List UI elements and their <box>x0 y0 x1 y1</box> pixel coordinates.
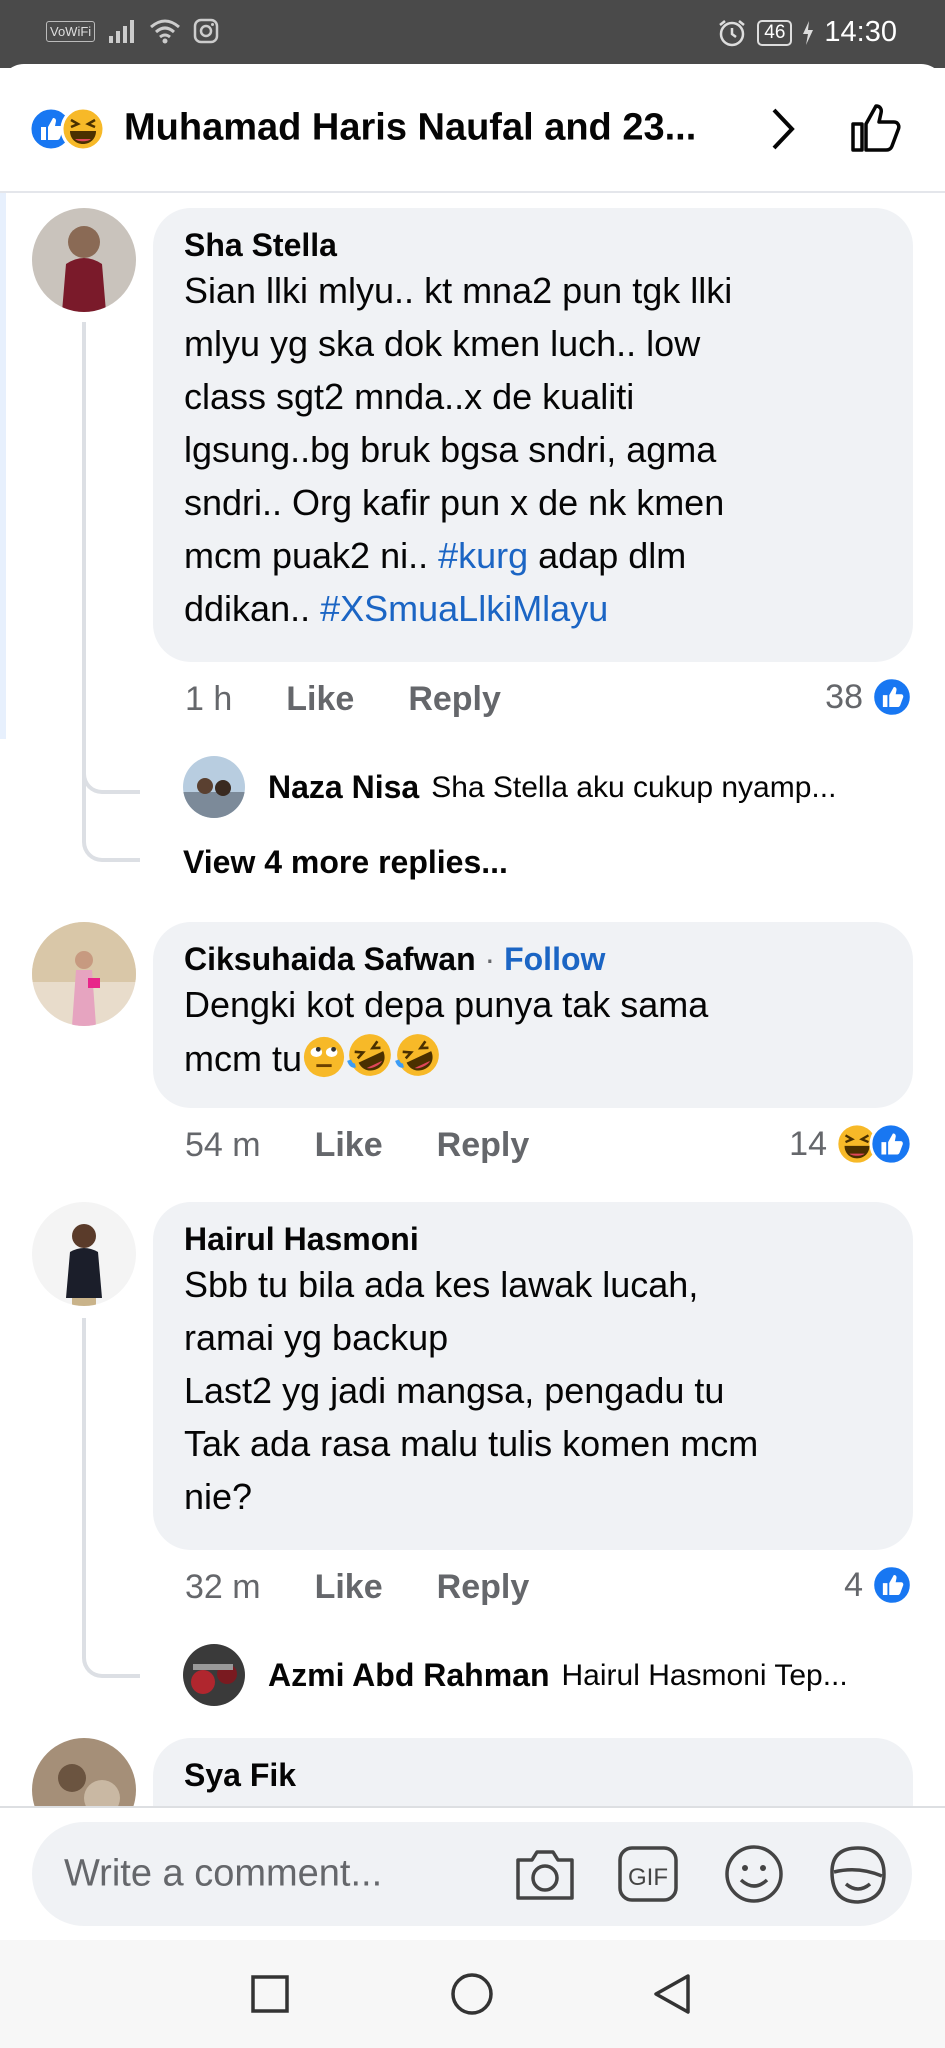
rofl-emoji-icon <box>347 1034 391 1076</box>
like-reaction-icon <box>871 1564 913 1606</box>
thread-line <box>82 1318 140 1678</box>
vowifi-label: VoWiFi <box>46 20 96 42</box>
reply-author: Naza Nisa <box>268 769 420 805</box>
reaction-count-number: 4 <box>844 1565 863 1604</box>
reply-button[interactable]: Reply <box>437 1568 530 1607</box>
highlight-bar <box>0 193 6 739</box>
comment-line: Sian llki mlyu.. kt mna2 pun tgk llki <box>184 270 733 311</box>
thread-line <box>82 322 140 862</box>
comment-time[interactable]: 32 m <box>185 1568 261 1607</box>
reply-preview[interactable]: Naza Nisa Sha Stella aku cukup nyamp... <box>268 769 836 806</box>
reaction-count[interactable]: 14 <box>789 1122 913 1166</box>
signal-icon <box>109 20 135 43</box>
reply-author: Azmi Abd Rahman <box>268 1657 550 1693</box>
comment-input[interactable]: Write a comment... <box>64 1853 382 1896</box>
reactions-header[interactable]: Muhamad Haris Naufal and 23... <box>0 64 945 192</box>
comment-bubble: Hairul Hasmoni Sbb tu bila ada kes lawak… <box>153 1202 913 1550</box>
view-more-replies[interactable]: View 4 more replies... <box>183 844 508 881</box>
comment-actions: 1 h Like Reply <box>185 680 501 719</box>
comment-bubble: Sha Stella Sian llki mlyu.. kt mna2 pun … <box>153 208 913 662</box>
reply-button[interactable]: Reply <box>437 1126 530 1165</box>
avatar[interactable] <box>32 1738 136 1806</box>
header-reactions <box>28 106 118 152</box>
status-bar: VoWiFi 46 14:30 <box>0 0 945 68</box>
comment-author[interactable]: Sha Stella <box>184 226 882 264</box>
comment-bubble: Ciksuhaida Safwan · Follow Dengki kot de… <box>153 922 913 1108</box>
follow-separator: · <box>475 941 505 977</box>
haha-reaction-icon <box>60 106 106 152</box>
eye-roll-emoji-icon <box>303 1036 345 1078</box>
comment-line: mcm puak2 ni.. <box>184 535 439 576</box>
wifi-icon <box>150 19 181 44</box>
avatar[interactable] <box>32 208 136 312</box>
camera-icon[interactable] <box>512 1842 578 1906</box>
reaction-icons <box>835 1122 913 1166</box>
comment-line: lgsung..bg bruk bgsa sndri, agma <box>184 429 717 470</box>
reply-text: Sha Stella aku cukup nyamp... <box>431 770 837 804</box>
reaction-count[interactable]: 38 <box>825 676 913 718</box>
like-button[interactable]: Like <box>286 680 354 719</box>
comment-partial: Sya Fik <box>0 1730 945 1806</box>
like-outline-icon[interactable] <box>848 100 904 156</box>
composer-divider <box>0 1806 945 1808</box>
reply-preview[interactable]: Azmi Abd Rahman Hairul Hasmoni Tep... <box>268 1657 848 1694</box>
gif-icon[interactable]: GIF <box>616 1842 680 1906</box>
comment-bubble: Sya Fik <box>153 1738 913 1806</box>
like-reaction-icon <box>871 676 913 718</box>
comment-author[interactable]: Hairul Hasmoni <box>184 1220 882 1258</box>
reaction-count-number: 38 <box>825 677 863 716</box>
hashtag-link[interactable]: #kurg <box>438 535 528 576</box>
reactors-title: Muhamad Haris Naufal and 23... <box>124 106 697 149</box>
hashtag-link[interactable]: #XSmuaLlkiMlayu <box>320 588 608 629</box>
battery-level: 46 <box>757 19 793 46</box>
back-triangle-icon[interactable] <box>650 1972 694 2016</box>
emoji-icon[interactable] <box>722 1842 786 1906</box>
comment-line: class sgt2 mnda..x de kualiti <box>184 376 635 417</box>
comment-line: adap dlm <box>528 535 687 576</box>
home-circle-icon[interactable] <box>450 1972 494 2016</box>
rofl-emoji-icon <box>395 1034 439 1076</box>
reply-text: Hairul Hasmoni Tep... <box>561 1658 848 1692</box>
svg-text:GIF: GIF <box>628 1864 668 1891</box>
avatar[interactable] <box>32 1202 136 1306</box>
comment-text: Dengki kot depa punya tak sama mcm tu <box>184 984 709 1079</box>
reply-avatar[interactable] <box>183 756 245 818</box>
alarm-icon <box>719 19 746 46</box>
avatar[interactable] <box>32 922 136 1026</box>
reply-avatar[interactable] <box>183 1644 245 1706</box>
status-right: 46 14:30 <box>717 16 897 49</box>
comment-text: Sbb tu bila ada kes lawak lucah, ramai y… <box>184 1264 759 1517</box>
comment-text-row: Dengki kot depa punya tak sama mcm tu <box>184 978 882 1085</box>
comment-line: ddikan.. <box>184 588 321 629</box>
like-reaction-icon <box>869 1122 913 1166</box>
status-left: VoWiFi <box>46 18 219 44</box>
status-time: 14:30 <box>824 16 897 48</box>
system-nav-bar <box>0 1940 945 2048</box>
comment-text: Sian llki mlyu.. kt mna2 pun tgk llki ml… <box>184 264 882 635</box>
instagram-icon <box>193 18 219 44</box>
comment-composer[interactable]: Write a comment... GIF <box>32 1822 912 1926</box>
comment-author[interactable]: Ciksuhaida Safwan <box>184 941 476 977</box>
reaction-count[interactable]: 4 <box>844 1564 913 1606</box>
comment-actions: 54 m Like Reply <box>185 1126 529 1165</box>
charging-icon <box>803 20 814 45</box>
comment-author[interactable]: Sya Fik <box>184 1756 882 1794</box>
follow-button[interactable]: Follow <box>504 941 605 977</box>
chevron-right-icon[interactable] <box>768 106 798 152</box>
reply-button[interactable]: Reply <box>408 680 501 719</box>
sticker-icon[interactable] <box>824 1842 890 1908</box>
comment-line: sndri.. Org kafir pun x de nk kmen <box>184 482 725 523</box>
like-button[interactable]: Like <box>315 1568 383 1607</box>
like-button[interactable]: Like <box>315 1126 383 1165</box>
recents-square-icon[interactable] <box>250 1974 290 2014</box>
comment-author-row: Ciksuhaida Safwan · Follow <box>184 940 882 978</box>
comment-time[interactable]: 54 m <box>185 1126 261 1165</box>
header-divider <box>0 191 945 193</box>
comment-line: mlyu yg ska dok kmen luch.. low <box>184 323 701 364</box>
comment-actions: 32 m Like Reply <box>185 1568 529 1607</box>
reaction-count-number: 14 <box>789 1124 827 1163</box>
comment-time[interactable]: 1 h <box>185 680 232 719</box>
